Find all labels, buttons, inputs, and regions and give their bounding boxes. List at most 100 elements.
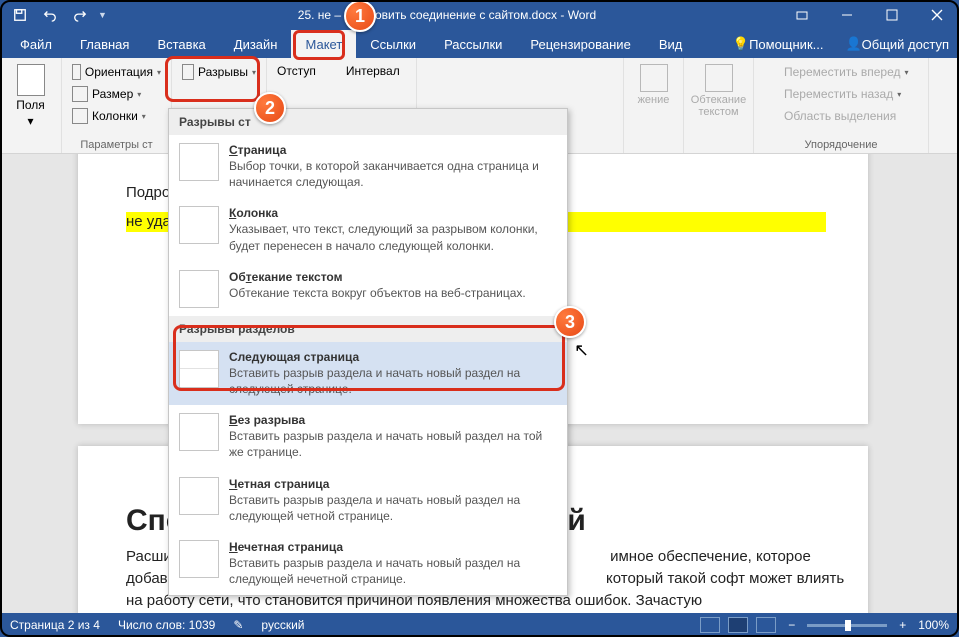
textwrap-break-icon [179,270,219,308]
mi-desc: Выбор точки, в которой заканчивается одн… [229,158,557,190]
backward-label: Переместить назад [784,87,893,101]
statusbar: Страница 2 из 4 Число слов: 1039 ✎ русск… [0,613,959,637]
margins-button[interactable]: Поля ▾ [6,62,55,130]
tab-references[interactable]: Ссылки [356,30,430,58]
ribbon-options-icon[interactable] [779,0,824,30]
position-icon [640,64,668,92]
columns-button[interactable]: Колонки▾ [68,106,165,126]
mi-desc: Вставить разрыв раздела и начать новый р… [229,492,557,524]
size-icon [72,86,88,102]
badge-1: 1 [344,0,376,32]
mi-desc: Вставить разрыв раздела и начать новый р… [229,555,557,587]
zoom-out-button[interactable]: − [784,618,799,632]
mi-desc: Вставить разрыв раздела и начать новый р… [229,365,557,397]
columns-icon [72,108,88,124]
menu-item-column[interactable]: КолонкаУказывает, что текст, следующий з… [169,198,567,261]
mi-desc: Вставить разрыв раздела и начать новый р… [229,428,557,460]
tab-file[interactable]: Файл [6,30,66,58]
cursor-icon: ↖ [574,340,589,361]
undo-icon[interactable] [38,3,62,27]
menu-section-page-breaks: Разрывы ст [169,109,567,135]
status-page[interactable]: Страница 2 из 4 [10,618,100,632]
orientation-label: Ориентация [85,65,153,79]
forward-icon [764,64,780,80]
breaks-icon [182,64,194,80]
menu-item-evenpage[interactable]: Четная страницаВставить разрыв раздела и… [169,469,567,532]
wrap-button[interactable]: Обтекание текстом [690,62,747,120]
tab-helper[interactable]: 💡 Помощник... [725,36,832,52]
group-arrange-label: Упорядочение [760,137,922,151]
orientation-icon [72,64,81,80]
wrap-label: Обтекание текстом [691,94,746,118]
size-button[interactable]: Размер▾ [68,84,165,104]
doc-body: имное обеспечение, которое [610,548,811,565]
view-web-icon[interactable] [756,617,776,633]
view-print-icon[interactable] [728,617,748,633]
tab-insert[interactable]: Вставка [143,30,219,58]
minimize-icon[interactable] [824,0,869,30]
position-button[interactable]: жение [630,62,677,108]
zoom-in-button[interactable]: + [895,618,910,632]
continuous-break-icon [179,413,219,451]
wrap-icon [705,64,733,92]
badge-3: 3 [554,306,586,338]
page-break-icon [179,143,219,181]
doc-line-highlighted: не уда [126,213,171,230]
menu-item-continuous[interactable]: Без разрываВставить разрыв раздела и нач… [169,405,567,468]
maximize-icon[interactable] [869,0,914,30]
view-read-icon[interactable] [700,617,720,633]
forward-label: Переместить вперед [784,65,900,79]
evenpage-break-icon [179,477,219,515]
breaks-button[interactable]: Разрывы▾ [178,62,260,82]
tab-view[interactable]: Вид [645,30,697,58]
doc-body: который такой софт может влиять [606,570,844,587]
mi-desc: Указывает, что текст, следующий за разры… [229,221,557,253]
nextpage-break-icon [179,350,219,388]
tab-review[interactable]: Рецензирование [516,30,644,58]
tab-share[interactable]: 👤 Общий доступ [835,36,959,52]
backward-icon [764,86,780,102]
status-words[interactable]: Число слов: 1039 [118,618,215,632]
window-title: 25. не – установить соединение с сайтом.… [115,8,779,22]
selection-label: Область выделения [784,109,896,123]
send-backward-button[interactable]: Переместить назад▾ [760,84,922,104]
close-icon[interactable] [914,0,959,30]
doc-body: Расши [126,548,172,565]
status-language[interactable]: русский [261,618,304,632]
oddpage-break-icon [179,540,219,578]
badge-2: 2 [254,92,286,124]
titlebar: ▼ 25. не – установить соединение с сайто… [0,0,959,30]
position-label: жение [638,94,670,106]
tab-helper-label: Помощник... [749,37,823,52]
margins-icon [17,64,45,96]
columns-label: Колонки [92,109,138,123]
breaks-dropdown: Разрывы ст ССтраницатраницаВыбор точки, … [168,108,568,596]
menu-item-page[interactable]: ССтраницатраницаВыбор точки, в которой з… [169,135,567,198]
zoom-slider[interactable] [807,624,887,627]
tab-mailings[interactable]: Рассылки [430,30,516,58]
tab-home[interactable]: Главная [66,30,143,58]
menu-item-oddpage[interactable]: Нечетная страницаВставить разрыв раздела… [169,532,567,595]
menu-item-nextpage[interactable]: Следующая страницаВставить разрыв раздел… [169,342,567,405]
tab-design[interactable]: Дизайн [220,30,292,58]
ribbon-tabs: Файл Главная Вставка Дизайн Макет Ссылки… [0,30,959,58]
spacing-label: Интервал [346,64,400,78]
tab-layout[interactable]: Макет [291,30,356,58]
doc-line: Подро [126,184,170,201]
doc-body: добав [126,570,168,587]
selection-icon [764,108,780,124]
redo-icon[interactable] [68,3,92,27]
tab-share-label: Общий доступ [862,37,949,52]
menu-item-textwrap[interactable]: Обтекание текстомОбтекание текста вокруг… [169,262,567,316]
indent-label: Отступ [277,64,316,78]
size-label: Размер [92,87,133,101]
selection-pane-button[interactable]: Область выделения [760,106,922,126]
bring-forward-button[interactable]: Переместить вперед▾ [760,62,922,82]
breaks-label: Разрывы [198,65,248,79]
group-pagesetup-label: Параметры ст [68,137,165,151]
orientation-button[interactable]: Ориентация▾ [68,62,165,82]
margins-label: Поля [16,98,45,112]
save-icon[interactable] [8,3,32,27]
status-zoom[interactable]: 100% [918,618,949,632]
proofing-icon[interactable]: ✎ [233,618,243,632]
